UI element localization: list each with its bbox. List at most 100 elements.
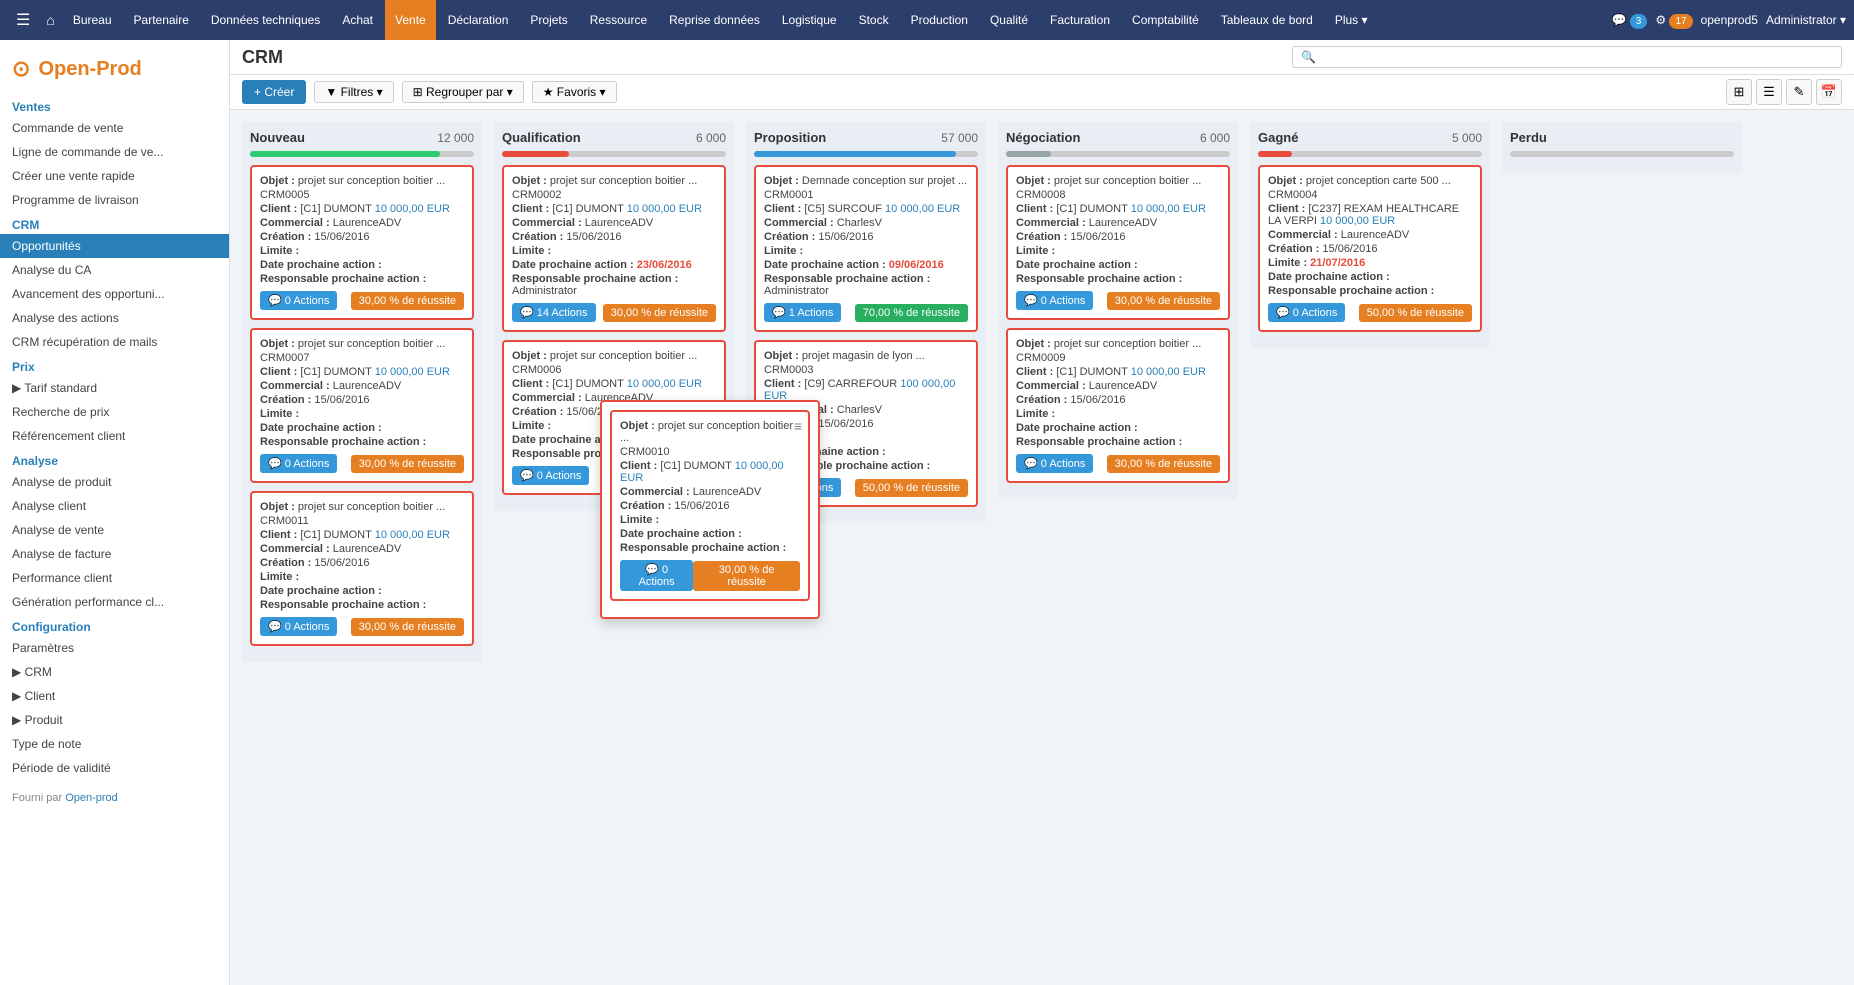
edit-view-button[interactable]: ✎ xyxy=(1786,79,1812,105)
filters-button[interactable]: ▼ Filtres ▾ xyxy=(314,81,393,103)
card-menu-icon[interactable]: ≡ xyxy=(794,418,802,434)
success-rate-button[interactable]: 30,00 % de réussite xyxy=(693,561,800,591)
home-icon[interactable]: ⌂ xyxy=(40,12,60,28)
kanban-view-button[interactable]: ⊞ xyxy=(1726,79,1752,105)
success-rate-button[interactable]: 30,00 % de réussite xyxy=(1107,455,1220,473)
sidebar-item-programme-livraison[interactable]: Programme de livraison xyxy=(0,188,229,212)
nav-production[interactable]: Production xyxy=(901,0,978,40)
success-rate-button[interactable]: 30,00 % de réussite xyxy=(351,455,464,473)
success-rate-button[interactable]: 50,00 % de réussite xyxy=(855,479,968,497)
group-by-button[interactable]: ⊞ Regrouper par ▾ xyxy=(402,81,524,103)
card-field: Limite : xyxy=(1016,408,1220,420)
sidebar-item-generation-performance[interactable]: Génération performance cl... xyxy=(0,590,229,614)
settings-icon[interactable]: ⚙ 17 xyxy=(1655,13,1692,27)
sidebar-item-analyse-facture[interactable]: Analyse de facture xyxy=(0,542,229,566)
progress-bar xyxy=(502,151,569,157)
sidebar-item-recherche-prix[interactable]: Recherche de prix xyxy=(0,400,229,424)
nav-projets[interactable]: Projets xyxy=(520,0,577,40)
sidebar-item-avancement-opportuni[interactable]: Avancement des opportuni... xyxy=(0,282,229,306)
sidebar-item-tarif-standard[interactable]: ▶ Tarif standard xyxy=(0,376,229,400)
nav-tableaux-de-bord[interactable]: Tableaux de bord xyxy=(1211,0,1323,40)
sidebar-logo[interactable]: ⊙ Open-Prod xyxy=(0,48,229,94)
actions-button[interactable]: 💬 0 Actions xyxy=(512,466,589,485)
calendar-view-button[interactable]: 📅 xyxy=(1816,79,1842,105)
search-bar[interactable]: 🔍 xyxy=(1292,46,1842,68)
sidebar-item-opportunites[interactable]: Opportunités xyxy=(0,234,229,258)
sidebar-item-analyse-vente[interactable]: Analyse de vente xyxy=(0,518,229,542)
kanban-card[interactable]: Objet : projet sur conception boitier ..… xyxy=(250,328,474,483)
sidebar-item-ligne-commande[interactable]: Ligne de commande de ve... xyxy=(0,140,229,164)
username-label[interactable]: openprod5 xyxy=(1701,13,1758,27)
sidebar-item-analyse-actions[interactable]: Analyse des actions xyxy=(0,306,229,330)
nav-comptabilite[interactable]: Comptabilité xyxy=(1122,0,1209,40)
sidebar-item-parametres[interactable]: Paramètres xyxy=(0,636,229,660)
sidebar-item-referencement-client[interactable]: Référencement client xyxy=(0,424,229,448)
nav-qualite[interactable]: Qualité xyxy=(980,0,1038,40)
sidebar-item-creer-vente[interactable]: Créer une vente rapide xyxy=(0,164,229,188)
success-rate-button[interactable]: 30,00 % de réussite xyxy=(603,304,716,322)
message-icon[interactable]: 💬 3 xyxy=(1612,13,1648,27)
nav-ressource[interactable]: Ressource xyxy=(580,0,657,40)
sidebar-item-type-note[interactable]: Type de note xyxy=(0,732,229,756)
success-rate-button[interactable]: 70,00 % de réussite xyxy=(855,304,968,322)
kanban-card[interactable]: Objet : projet conception carte 500 ...C… xyxy=(1258,165,1482,332)
sidebar-item-commande-vente[interactable]: Commande de vente xyxy=(0,116,229,140)
nav-donnees-techniques[interactable]: Données techniques xyxy=(201,0,330,40)
actions-button[interactable]: 💬 1 Actions xyxy=(764,303,841,322)
success-rate-button[interactable]: 30,00 % de réussite xyxy=(351,292,464,310)
card-field: CRM0009 xyxy=(1016,352,1220,364)
sidebar-item-analyse-produit[interactable]: Analyse de produit xyxy=(0,470,229,494)
card-field: Client : [C237] REXAM HEALTHCARE LA VERP… xyxy=(1268,203,1472,227)
nav-vente[interactable]: Vente xyxy=(385,0,436,40)
actions-button[interactable]: 💬 0 Actions xyxy=(1016,454,1093,473)
kanban-card[interactable]: Objet : Demnade conception sur projet ..… xyxy=(754,165,978,332)
nav-plus[interactable]: Plus ▾ xyxy=(1325,0,1378,40)
sidebar-item-performance-client[interactable]: Performance client xyxy=(0,566,229,590)
card-field: Client : [C1] DUMONT 10 000,00 EUR xyxy=(260,203,464,215)
card-field: Client : [C1] DUMONT 10 000,00 EUR xyxy=(620,460,800,484)
sidebar-item-config-crm[interactable]: ▶ CRM xyxy=(0,660,229,684)
list-view-button[interactable]: ☰ xyxy=(1756,79,1782,105)
kanban-card[interactable]: Objet : projet sur conception boitier ..… xyxy=(502,165,726,332)
nav-stock[interactable]: Stock xyxy=(849,0,899,40)
kanban-card[interactable]: Objet : projet sur conception boitier ..… xyxy=(1006,328,1230,483)
sidebar-item-analyse-client[interactable]: Analyse client xyxy=(0,494,229,518)
nav-partenaire[interactable]: Partenaire xyxy=(124,0,199,40)
actions-button[interactable]: 💬 0 Actions xyxy=(1016,291,1093,310)
actions-button[interactable]: 💬 0 Actions xyxy=(260,454,337,473)
favorites-button[interactable]: ★ Favoris ▾ xyxy=(532,81,617,103)
sidebar-item-config-client[interactable]: ▶ Client xyxy=(0,684,229,708)
actions-button[interactable]: 💬 0 Actions xyxy=(260,617,337,636)
nav-reprise-donnees[interactable]: Reprise données xyxy=(659,0,770,40)
actions-button[interactable]: 💬 0 Actions xyxy=(620,560,693,591)
actions-button[interactable]: 💬 0 Actions xyxy=(260,291,337,310)
sidebar-item-config-produit[interactable]: ▶ Produit xyxy=(0,708,229,732)
nav-facturation[interactable]: Facturation xyxy=(1040,0,1120,40)
sidebar-item-periode-validite[interactable]: Période de validité xyxy=(0,756,229,780)
column-amount: 12 000 xyxy=(437,131,474,145)
nav-declaration[interactable]: Déclaration xyxy=(438,0,519,40)
kanban-card[interactable]: Objet : projet sur conception boitier ..… xyxy=(1006,165,1230,320)
actions-button[interactable]: 💬 14 Actions xyxy=(512,303,596,322)
kanban-card[interactable]: Objet : projet sur conception boitier ..… xyxy=(250,165,474,320)
card-field: Limite : xyxy=(260,245,464,257)
nav-bureau[interactable]: Bureau xyxy=(63,0,122,40)
success-rate-button[interactable]: 50,00 % de réussite xyxy=(1359,304,1472,322)
hamburger-icon[interactable]: ☰ xyxy=(8,10,38,30)
kanban-card[interactable]: ≡Objet : projet sur conception boitier .… xyxy=(610,410,810,601)
success-rate-button[interactable]: 30,00 % de réussite xyxy=(351,618,464,636)
kanban-card[interactable]: Objet : projet sur conception boitier ..… xyxy=(250,491,474,646)
sidebar-item-crm-mails[interactable]: CRM récupération de mails xyxy=(0,330,229,354)
admin-label[interactable]: Administrator ▾ xyxy=(1766,13,1846,27)
nav-logistique[interactable]: Logistique xyxy=(772,0,847,40)
create-button[interactable]: + Créer xyxy=(242,80,306,104)
footer-link[interactable]: Open-prod xyxy=(65,792,118,804)
kanban-column-perdu: Perdu xyxy=(1502,122,1742,173)
success-rate-button[interactable]: 30,00 % de réussite xyxy=(1107,292,1220,310)
sidebar-section-crm: CRM xyxy=(0,212,229,234)
actions-button[interactable]: 💬 0 Actions xyxy=(1268,303,1345,322)
sidebar-item-analyse-ca[interactable]: Analyse du CA xyxy=(0,258,229,282)
search-input[interactable] xyxy=(1316,50,1833,64)
sidebar-section-analyse: Analyse xyxy=(0,448,229,470)
nav-achat[interactable]: Achat xyxy=(332,0,383,40)
